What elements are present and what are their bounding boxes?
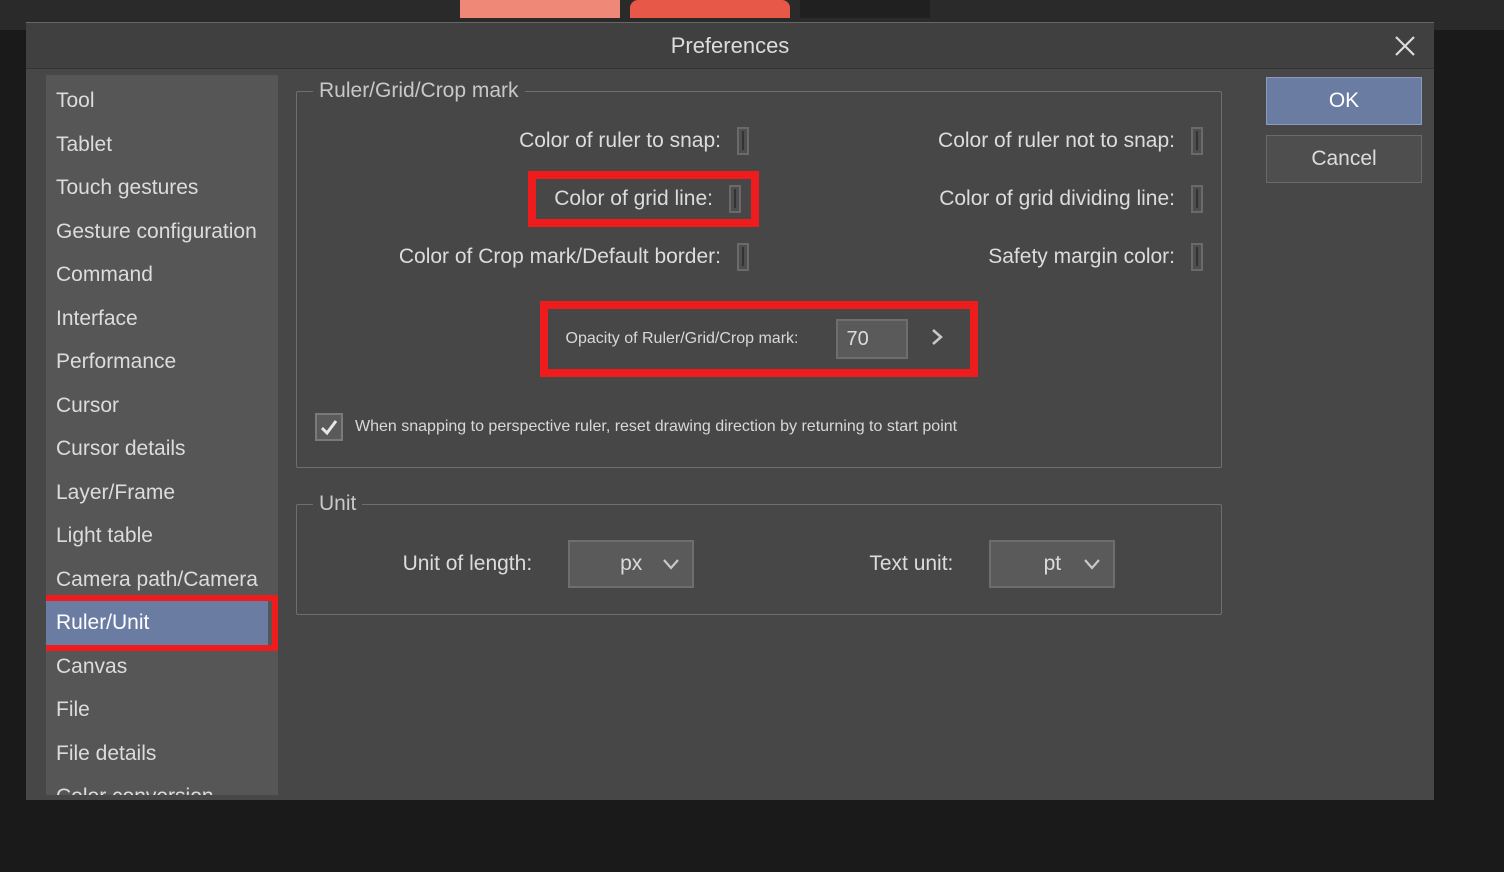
- text-unit-value: pt: [1044, 552, 1062, 576]
- category-sidebar: Tool Tablet Touch gestures Gesture confi…: [46, 75, 278, 795]
- crop-field: Color of Crop mark/Default border:: [315, 243, 749, 271]
- opacity-row: Opacity of Ruler/Grid/Crop mark:: [315, 301, 1203, 377]
- sidebar-item-layer-frame[interactable]: Layer/Frame: [46, 471, 278, 515]
- grid-div-label: Color of grid dividing line:: [939, 187, 1175, 211]
- grid-div-field: Color of grid dividing line:: [769, 185, 1203, 213]
- sidebar-item-touch-gestures[interactable]: Touch gestures: [46, 166, 278, 210]
- perspective-snap-row: When snapping to perspective ruler, rese…: [315, 413, 1203, 441]
- opacity-stepper-icon[interactable]: [930, 326, 944, 353]
- ruler-snap-field: Color of ruler to snap:: [315, 127, 749, 155]
- unit-length-label: Unit of length:: [403, 552, 533, 576]
- perspective-snap-label: When snapping to perspective ruler, rese…: [355, 418, 957, 436]
- cancel-button[interactable]: Cancel: [1266, 135, 1422, 183]
- dialog-title: Preferences: [671, 33, 790, 59]
- opacity-label: Opacity of Ruler/Grid/Crop mark:: [566, 330, 799, 348]
- ruler-grid-crop-group: Ruler/Grid/Crop mark Color of ruler to s…: [296, 79, 1222, 468]
- sidebar-item-tablet[interactable]: Tablet: [46, 123, 278, 167]
- sidebar-item-light-table[interactable]: Light table: [46, 514, 278, 558]
- ok-button[interactable]: OK: [1266, 77, 1422, 125]
- sidebar-item-ruler-unit[interactable]: Ruler/Unit: [46, 601, 268, 645]
- grid-line-label: Color of grid line:: [554, 187, 713, 211]
- crop-color-swatch[interactable]: [737, 243, 749, 271]
- text-unit-select[interactable]: pt: [989, 540, 1115, 588]
- ruler-nosnap-label: Color of ruler not to snap:: [938, 129, 1175, 153]
- sidebar-item-file-details[interactable]: File details: [46, 732, 278, 776]
- sidebar-item-gesture-configuration[interactable]: Gesture configuration: [46, 210, 278, 254]
- highlight-annotation-opacity: Opacity of Ruler/Grid/Crop mark:: [540, 301, 979, 377]
- safety-field: Safety margin color:: [769, 243, 1203, 271]
- chevron-down-icon: [662, 552, 680, 576]
- titlebar: Preferences: [26, 23, 1434, 69]
- ruler-nosnap-color-swatch[interactable]: [1191, 127, 1203, 155]
- sidebar-item-camera-path[interactable]: Camera path/Camera: [46, 558, 278, 602]
- sidebar-item-performance[interactable]: Performance: [46, 340, 278, 384]
- background-shapes: [460, 0, 940, 18]
- ruler-group-legend: Ruler/Grid/Crop mark: [313, 79, 525, 103]
- perspective-snap-checkbox[interactable]: [315, 413, 343, 441]
- ruler-nosnap-field: Color of ruler not to snap:: [769, 127, 1203, 155]
- safety-color-swatch[interactable]: [1191, 243, 1203, 271]
- highlight-annotation-sidebar: Ruler/Unit: [46, 595, 278, 651]
- unit-length-select[interactable]: px: [568, 540, 694, 588]
- unit-length-field: Unit of length: px: [403, 540, 695, 588]
- unit-group-legend: Unit: [313, 492, 362, 516]
- main-panel: OK Cancel Ruler/Grid/Crop mark Color of …: [278, 69, 1434, 801]
- unit-length-value: px: [620, 552, 642, 576]
- sidebar-item-color-conversion[interactable]: Color conversion: [46, 775, 278, 795]
- sidebar-item-interface[interactable]: Interface: [46, 297, 278, 341]
- sidebar-item-cursor-details[interactable]: Cursor details: [46, 427, 278, 471]
- ruler-snap-label: Color of ruler to snap:: [519, 129, 721, 153]
- grid-line-field-wrap: Color of grid line:: [315, 185, 749, 213]
- highlight-annotation-grid-color: Color of grid line:: [528, 171, 759, 227]
- sidebar-item-cursor[interactable]: Cursor: [46, 384, 278, 428]
- preferences-dialog: Preferences Tool Tablet Touch gestures G…: [26, 22, 1434, 800]
- sidebar-item-tool[interactable]: Tool: [46, 79, 278, 123]
- sidebar-item-file[interactable]: File: [46, 688, 278, 732]
- ruler-snap-color-swatch[interactable]: [737, 127, 749, 155]
- sidebar-item-command[interactable]: Command: [46, 253, 278, 297]
- crop-label: Color of Crop mark/Default border:: [399, 245, 721, 269]
- chevron-down-icon: [1083, 552, 1101, 576]
- sidebar-item-canvas[interactable]: Canvas: [46, 645, 278, 689]
- text-unit-field: Text unit: pt: [869, 540, 1115, 588]
- safety-label: Safety margin color:: [988, 245, 1175, 269]
- grid-div-color-swatch[interactable]: [1191, 185, 1203, 213]
- opacity-input[interactable]: [836, 319, 908, 359]
- grid-line-color-swatch[interactable]: [729, 185, 741, 213]
- close-icon[interactable]: [1394, 35, 1416, 57]
- text-unit-label: Text unit:: [869, 552, 953, 576]
- unit-group: Unit Unit of length: px Text unit:: [296, 492, 1222, 615]
